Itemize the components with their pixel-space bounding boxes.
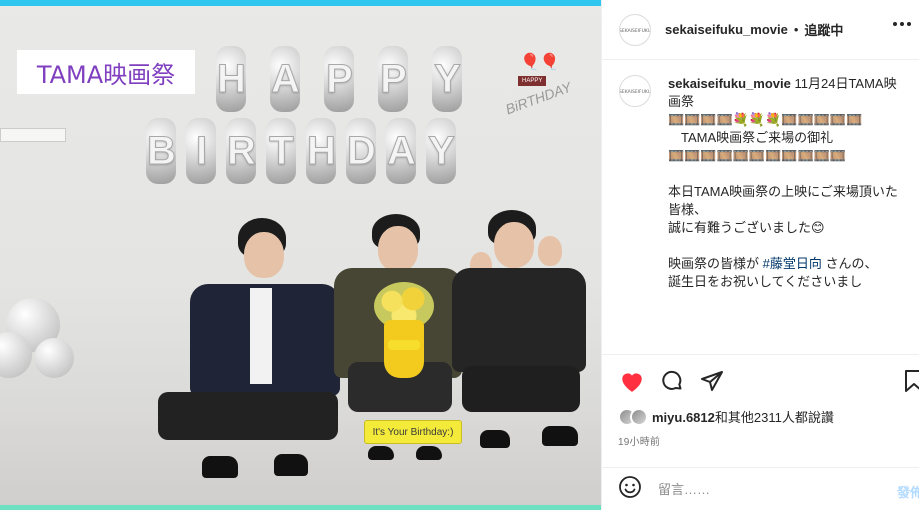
caption-line-8-text: 映画祭の皆様が [668,256,760,271]
caption-line-0: sekaiseifuku_movie 11月24日TAMA映画祭 [668,75,906,111]
caption-username[interactable]: sekaiseifuku_movie [668,76,791,91]
photo-top-strip [0,0,601,6]
balloon-letter: H [216,46,246,112]
post-actions: miyu.6812和其他2311人都說讚 19小時前 發佈 [602,354,919,510]
balloon-letter: I [186,118,216,184]
flower-bouquet [374,282,434,378]
likes-rest[interactable]: 和其他2311人都說讚 [715,410,834,425]
white-balloons [0,272,80,392]
svg-text:SEKAISEIFUKU: SEKAISEIFUKU [620,89,650,95]
comment-icon[interactable] [658,367,686,395]
balloon-letter: Y [426,118,456,184]
caption-line-1: 🎞️🎞️🎞️🎞️💐💐💐🎞️🎞️🎞️🎞️🎞️ [668,112,863,127]
balloon-line-birthday: BIRTHDAY [146,118,456,184]
comment-input[interactable] [658,482,858,497]
photo-overlay-label: TAMA映画祭 [17,50,195,94]
action-icons [618,367,919,395]
caption-line-8: 映画祭の皆様が #藤堂日向 さんの、 [668,255,906,273]
caption-line-5: 本日TAMA映画祭の上映にご来場頂いた皆様、 [668,184,898,217]
liker-username[interactable]: miyu.6812 [652,410,715,425]
post-timestamp[interactable]: 19小時前 [618,433,660,448]
likes-summary[interactable]: miyu.6812和其他2311人都說讚 [618,407,834,426]
bookmark-icon[interactable] [900,367,919,395]
person-left [150,216,340,496]
post-panel: SEKAISEIFUKU sekaiseifuku_movie • 追蹤中 SE… [601,0,919,510]
follow-status-button[interactable]: 追蹤中 [804,20,843,39]
caption-line-3: 🎞️🎞️🎞️🎞️🎞️🎞️🎞️🎞️🎞️🎞️🎞️ [668,148,847,163]
person-right [448,206,588,456]
post-photo[interactable]: TAMA映画祭 HAPPY BIRTHDAY 🎈🎈 HAPPY BiRTHDAY [0,0,601,510]
liker-avatar [630,407,648,426]
svg-text:SEKAISEIFUKU: SEKAISEIFUKU [620,28,650,34]
header-username[interactable]: sekaiseifuku_movie [665,22,788,37]
avatar[interactable]: SEKAISEIFUKU [619,75,651,107]
post-comment-button[interactable]: 發佈 [897,482,919,501]
birthday-doodle: 🎈🎈 HAPPY BiRTHDAY [503,54,574,118]
caption-scroll-area[interactable]: SEKAISEIFUKU sekaiseifuku_movie 11月24日TA… [602,61,919,354]
comment-bar: 發佈 [602,467,919,510]
wall-sign [0,128,66,142]
caption-text: sekaiseifuku_movie 11月24日TAMA映画祭 🎞️🎞️🎞️🎞… [668,75,906,291]
balloon-letter: R [226,118,256,184]
caption-line-6: 誠に有難うございました😊 [668,220,825,235]
balloon-letter: A [270,46,300,112]
caption-line-2: TAMA映画祭ご来場の御礼 [668,130,834,145]
hashtag-link[interactable]: #藤堂日向 [763,256,822,271]
header-separator: • [793,22,799,37]
balloon-letter: P [324,46,354,112]
balloon-letter: B [146,118,176,184]
caption-line-7 [668,237,906,255]
balloon-letter: Y [432,46,462,112]
balloon-letter: P [378,46,408,112]
photo-bottom-strip [0,505,601,510]
likes-text: miyu.6812和其他2311人都說讚 [652,407,834,426]
balloon-letter: D [346,118,376,184]
caption-line-4 [668,165,906,183]
birthday-sticker: It's Your Birthday:) [364,420,462,444]
smiley-icon[interactable] [618,475,642,504]
caption-row: SEKAISEIFUKU sekaiseifuku_movie 11月24日TA… [619,75,909,291]
post-header: SEKAISEIFUKU sekaiseifuku_movie • 追蹤中 [602,0,919,60]
balloon-letter: H [306,118,336,184]
heart-filled-icon[interactable] [618,367,646,395]
more-horizontal-icon[interactable] [893,22,911,26]
caption-line-9: 誕生日をお祝いしてくださいまし [668,274,863,289]
balloon-letter: A [386,118,416,184]
avatar[interactable]: SEKAISEIFUKU [619,13,651,46]
balloon-letter: T [266,118,296,184]
balloon-line-happy: HAPPY [216,46,462,112]
paper-plane-icon[interactable] [698,367,726,395]
caption-after-hashtag: さんの、 [821,256,878,271]
